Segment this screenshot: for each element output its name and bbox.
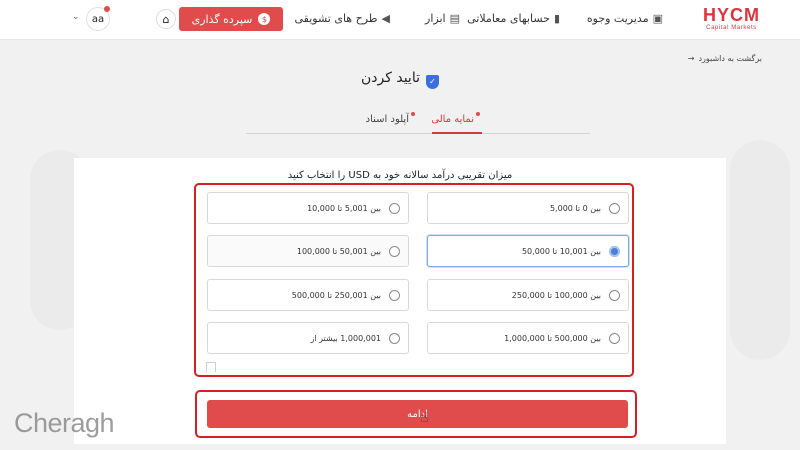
tab-upload-documents[interactable]: آپلود اسناد xyxy=(366,112,415,125)
required-dot xyxy=(411,112,415,116)
back-to-dashboard-link[interactable]: برگشت به داشبورد → xyxy=(688,54,762,63)
nav-item-funds[interactable]: ▣ مدیریت وجوه xyxy=(587,0,663,36)
required-dot xyxy=(476,112,480,116)
back-link-label: برگشت به داشبورد xyxy=(698,54,762,63)
hycm-logo[interactable]: HYCM Capital Markets xyxy=(703,6,760,32)
tab-financial-profile[interactable]: نمایه مالی xyxy=(431,112,480,125)
avatar-initials: aa xyxy=(91,13,105,25)
income-question: میزان تقریبی درآمد سالانه خود به USD را … xyxy=(287,170,513,181)
nav-item-label: مدیریت وجوه xyxy=(586,11,649,25)
deposit-icon: $ xyxy=(258,13,271,25)
logo-brand: HYCM xyxy=(703,5,760,25)
shield-check-icon: ✓ xyxy=(426,75,439,89)
page-title-text: تایید کردن xyxy=(361,70,420,86)
tab-label: نمایه مالی xyxy=(431,114,474,125)
tabs: نمایه مالی آپلود اسناد xyxy=(246,104,590,134)
megaphone-icon: ◀ xyxy=(381,11,390,25)
home-icon[interactable]: ⌂ xyxy=(156,9,176,29)
options-highlight-frame xyxy=(194,183,634,377)
tools-icon: ▤ xyxy=(449,11,460,25)
deposit-label: سپرده گذاری xyxy=(191,12,253,26)
tab-label: آپلود اسناد xyxy=(365,114,409,125)
wallet-icon: ▣ xyxy=(652,11,663,25)
nav-item-label: طرح های تشویقی xyxy=(294,11,378,25)
continue-highlight-frame xyxy=(195,390,637,438)
chevron-down-icon[interactable]: ⌄ xyxy=(72,12,80,22)
logo-subtitle: Capital Markets xyxy=(706,25,757,31)
notification-dot xyxy=(104,6,110,12)
nav-item-promotions[interactable]: ◀ طرح های تشویقی xyxy=(294,0,390,36)
nav-item-label: حسابهای معاملاتی xyxy=(467,11,550,25)
arrow-right-icon: → xyxy=(687,54,695,63)
bar-chart-icon: ▮ xyxy=(553,11,560,25)
nav-item-tools[interactable]: ▤ ابزار xyxy=(425,0,460,36)
top-navigation-bar: HYCM Capital Markets ▣ مدیریت وجوه ▮ حسا… xyxy=(0,0,800,40)
nav-item-accounts[interactable]: ▮ حسابهای معاملاتی xyxy=(467,0,560,36)
nav-item-label: ابزار xyxy=(425,11,446,25)
hand-cursor-icon: ☝ xyxy=(420,410,429,426)
active-tab-indicator xyxy=(432,132,482,134)
page-title: ✓ تایید کردن xyxy=(0,70,800,89)
cheragh-watermark: Cheragh xyxy=(14,408,115,438)
deposit-button[interactable]: $ سپرده گذاری xyxy=(179,7,283,31)
